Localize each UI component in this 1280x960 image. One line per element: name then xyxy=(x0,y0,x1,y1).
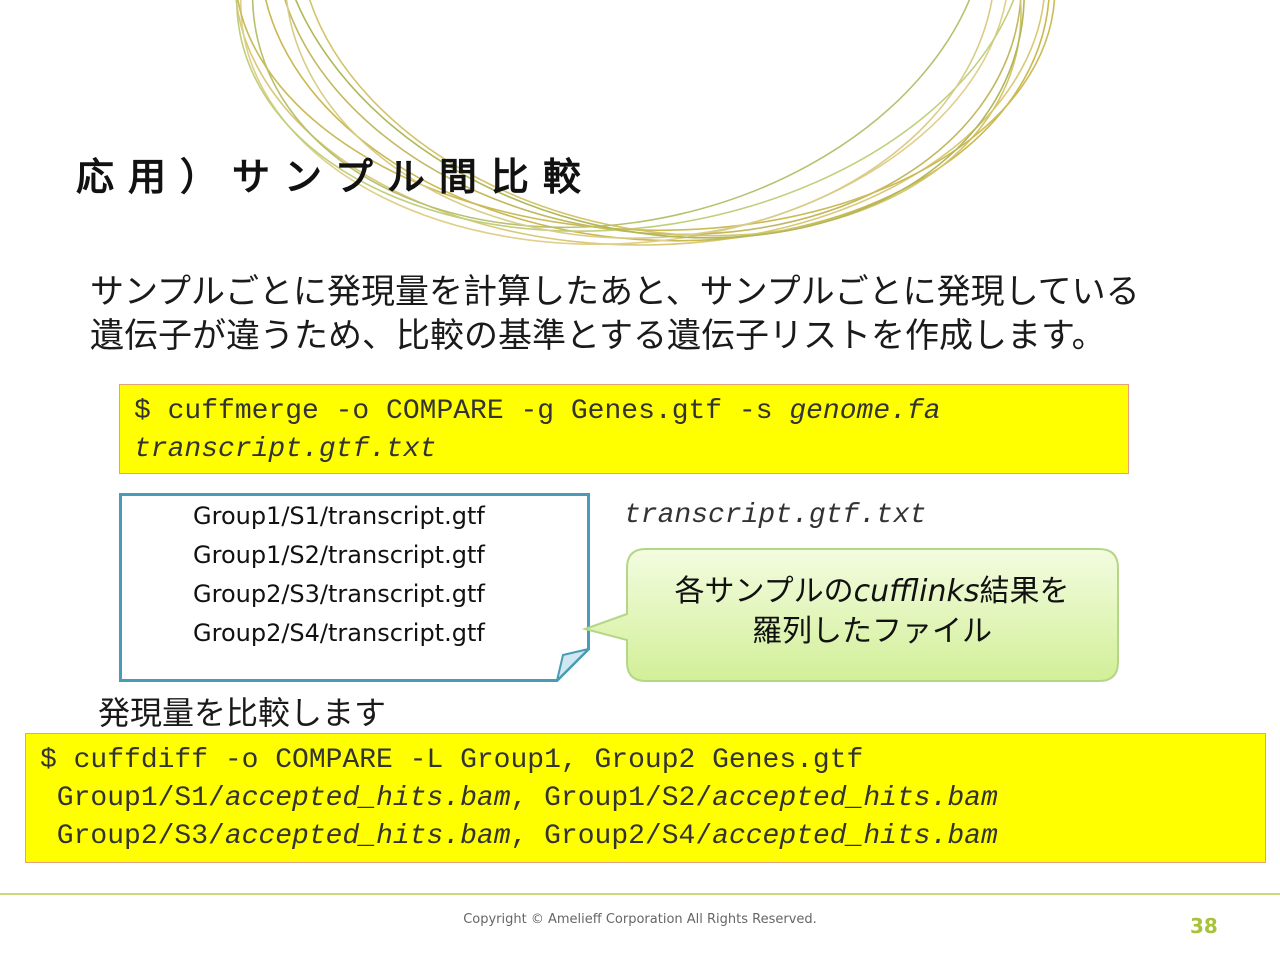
cuffdiff-line-1: $ cuffdiff -o COMPARE -L Group1, Group2 … xyxy=(40,745,864,776)
callout-text-part: 各サンプルの xyxy=(674,574,854,609)
file-list-note: Group1/S1/transcript.gtf Group1/S2/trans… xyxy=(119,493,590,682)
file-list-item: Group1/S1/transcript.gtf xyxy=(193,502,485,530)
cuffmerge-transcript-arg: transcript.gtf.txt xyxy=(134,434,437,465)
cuffdiff-path: Group1/S1/ xyxy=(40,783,225,814)
intro-line-1: サンプルごとに発現量を計算したあと、サンプルごとに発現している xyxy=(90,272,1140,312)
cuffmerge-command-block: $ cuffmerge -o COMPARE -g Genes.gtf -s g… xyxy=(119,384,1129,474)
footer-divider xyxy=(0,893,1280,895)
file-list: Group1/S1/transcript.gtf Group1/S2/trans… xyxy=(193,497,485,653)
intro-text: サンプルごとに発現量を計算したあと、サンプルごとに発現している 遺伝子が違うため… xyxy=(90,270,1240,358)
copyright-notice: Copyright © Amelieff Corporation All Rig… xyxy=(463,912,817,927)
cuffdiff-command-block: $ cuffdiff -o COMPARE -L Group1, Group2 … xyxy=(25,733,1266,863)
file-list-item: Group2/S4/transcript.gtf xyxy=(193,619,485,647)
cuffdiff-bam: accepted_hits.bam xyxy=(224,783,511,814)
page-number: 38 xyxy=(1190,914,1218,938)
slide-title: 応用）サンプル間比較 xyxy=(76,155,595,199)
file-list-item: Group1/S2/transcript.gtf xyxy=(193,541,485,569)
cuffdiff-path: , Group2/S4/ xyxy=(510,821,713,852)
cuffdiff-bam: accepted_hits.bam xyxy=(712,821,998,852)
cuffmerge-genome-arg: genome.fa xyxy=(789,396,941,427)
intro-line-2: 遺伝子が違うため、比較の基準とする遺伝子リストを作成します。 xyxy=(90,316,1106,356)
cuffdiff-path: , Group1/S2/ xyxy=(510,783,713,814)
callout-cufflinks: cufflinks xyxy=(853,574,980,609)
callout-text: 各サンプルのcufflinks結果を 羅列したファイル xyxy=(628,572,1116,652)
transcript-list-filename: transcript.gtf.txt xyxy=(624,500,927,531)
cuffmerge-line-1-text: $ cuffmerge -o COMPARE -g Genes.gtf -s xyxy=(134,396,790,427)
file-list-item: Group2/S3/transcript.gtf xyxy=(193,580,485,608)
compare-label: 発現量を比較します xyxy=(98,694,387,732)
callout-text-part: 結果を xyxy=(979,574,1070,609)
callout-line-2: 羅列したファイル xyxy=(752,614,992,649)
slide: 応用）サンプル間比較 サンプルごとに発現量を計算したあと、サンプルごとに発現して… xyxy=(0,0,1280,960)
cuffdiff-bam: accepted_hits.bam xyxy=(712,783,998,814)
callout-line-1: 各サンプルのcufflinks結果を xyxy=(628,572,1116,612)
cuffdiff-path: Group2/S3/ xyxy=(40,821,225,852)
cuffdiff-bam: accepted_hits.bam xyxy=(224,821,511,852)
